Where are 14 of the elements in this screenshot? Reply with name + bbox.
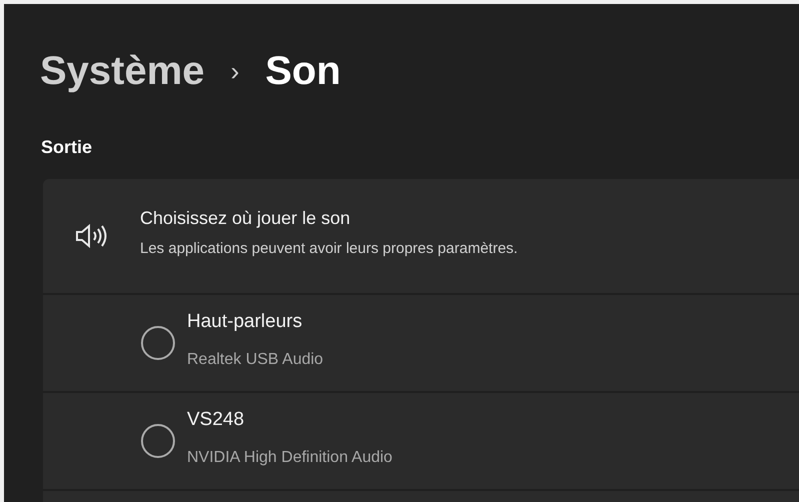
device-option[interactable]: VS248 NVIDIA High Definition Audio [43,393,799,491]
radio-button[interactable] [141,424,175,458]
section-title: Sortie [41,137,92,157]
breadcrumb-parent[interactable]: Système [40,51,205,91]
device-option[interactable]: Haut-parleurs Realtek USB Audio [43,295,799,393]
breadcrumb-current: Son [265,51,341,91]
device-name: Haut-parleurs [187,310,304,334]
breadcrumb-separator: › [230,58,240,84]
card-title: Choisissez où jouer le son [140,207,352,230]
device-name: VS248 [187,408,246,432]
radio-button[interactable] [141,326,175,360]
device-driver: NVIDIA High Definition Audio [187,448,392,468]
card-subtitle: Les applications peuvent avoir leurs propres paramètres. [140,239,518,260]
device-driver: Realtek USB Audio [187,350,324,370]
